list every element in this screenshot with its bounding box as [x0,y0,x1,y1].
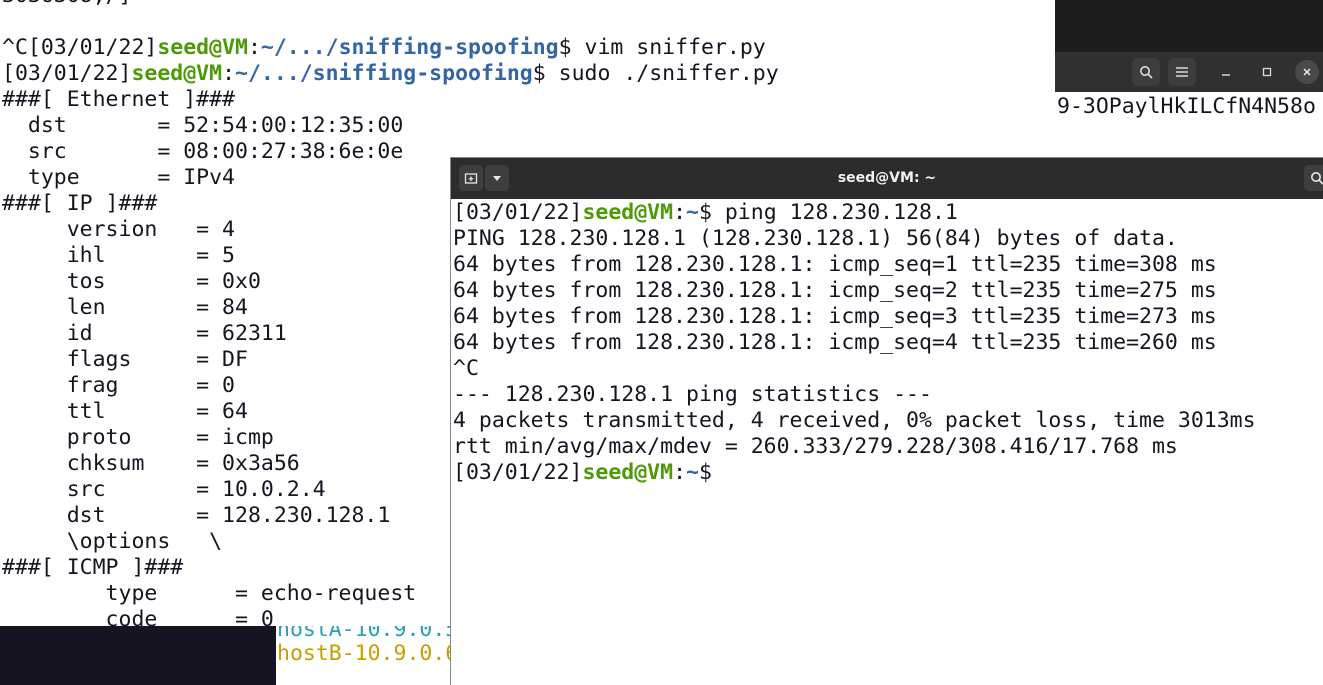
terminal-line: 3036308;/] [2,0,779,9]
terminal-text: src = 08:00:27:38:6e:0e [2,139,404,164]
terminal-text: ###[ IP ]### [2,191,158,216]
terminal-text: $ vim sniffer.py [558,35,766,60]
prompt-user: seed@VM [582,460,674,485]
terminal-text: ###[ Ethernet ]### [2,87,235,112]
prompt-user: seed@VM [131,61,223,86]
terminal-text: : [673,460,687,485]
terminal-line: 64 bytes from 128.230.128.1: icmp_seq=3 … [453,304,1256,330]
terminal-text: $ sudo ./sniffer.py [532,61,779,86]
terminal-text: tos = 0x0 [2,269,261,294]
terminal-text: len = 84 [2,295,248,320]
terminal-line: ###[ Ethernet ]### [2,87,779,113]
front-terminal-window[interactable]: seed@VM: ~ [03/01/22]seed@VM:~$ ping 128… [450,157,1323,685]
terminal-text: proto = icmp [2,425,274,450]
terminal-titlebar: seed@VM: ~ [451,158,1323,199]
prompt-path: ~/.../sniffing-spoofing [235,61,533,86]
terminal-line: PING 128.230.128.1 (128.230.128.1) 56(84… [453,226,1256,252]
search-icon[interactable] [1132,58,1160,86]
terminal-text: ihl = 5 [2,243,235,268]
terminal-text: type = IPv4 [2,165,235,190]
background-window[interactable]: 9-3OPaylHkILCfN4N58o [1055,0,1323,158]
terminal-line: --- 128.230.128.1 ping statistics --- [453,382,1256,408]
terminal-text: ttl = 64 [2,399,248,424]
terminal-line: dst = 52:54:00:12:35:00 [2,113,779,139]
terminal-text: $ [698,460,725,485]
terminal-text: type = echo-request [2,581,417,606]
terminal-text: ^C [453,356,479,381]
terminal-line: [03/01/22]seed@VM:~$ ping 128.230.128.1 [453,200,1256,226]
hamburger-menu-icon[interactable] [1168,58,1196,86]
terminal-text: [03/01/22] [453,200,583,225]
maximize-icon[interactable] [1255,60,1279,84]
terminal-text: src = 10.0.2.4 [2,477,326,502]
terminal-text: [03/01/22] [2,61,132,86]
terminal-text: 64 bytes from 128.230.128.1: icmp_seq=3 … [453,304,1217,329]
terminal-line: 64 bytes from 128.230.128.1: icmp_seq=1 … [453,252,1256,278]
background-window-top [1055,0,1323,52]
terminal-text: : [247,35,261,60]
terminal-text: 64 bytes from 128.230.128.1: icmp_seq=4 … [453,330,1217,355]
terminal-text: version = 4 [2,217,235,242]
close-icon[interactable] [1295,60,1319,84]
terminal-line: [03/01/22]seed@VM:~$ [453,460,1256,486]
terminal-text: dst = 52:54:00:12:35:00 [2,113,404,138]
terminal-text: flags = DF [2,347,248,372]
terminal-text: \options \ [2,529,223,554]
terminal-line: 4 packets transmitted, 4 received, 0% pa… [453,408,1256,434]
prompt-path: ~/.../sniffing-spoofing [260,35,559,60]
bottom-dark-panel [0,626,276,685]
terminal-text: id = 62311 [2,321,287,346]
terminal-text: ###[ ICMP ]### [2,555,184,580]
terminal-text: chksum = 0x3a56 [2,451,300,476]
prompt-path: ~ [686,460,699,485]
prompt-user: seed@VM [157,35,248,60]
terminal-line: ^C [453,356,1256,382]
terminal-text: ^C[03/01/22] [2,35,158,60]
terminal-line: 64 bytes from 128.230.128.1: icmp_seq=4 … [453,330,1256,356]
terminal-text: 64 bytes from 128.230.128.1: icmp_seq=1 … [453,252,1217,277]
terminal-text: 3036308;/] [2,0,131,8]
minimize-icon[interactable] [1214,60,1238,84]
prompt-user: seed@VM [582,200,674,225]
terminal-text: rtt min/avg/max/mdev = 260.333/279.228/3… [453,434,1178,459]
terminal-text: 4 packets transmitted, 4 received, 0% pa… [453,408,1256,433]
background-window-titlebar [1055,52,1323,92]
terminal-text: [03/01/22] [453,460,583,485]
terminal-line: ^C[03/01/22]seed@VM:~/.../sniffing-spoof… [2,35,779,61]
prompt-path: ~ [686,200,699,225]
terminal-text: frag = 0 [2,373,235,398]
terminal-title: seed@VM: ~ [837,170,937,186]
terminal-line: rtt min/avg/max/mdev = 260.333/279.228/3… [453,434,1256,460]
terminal-text: code = 0 [2,607,274,626]
background-window-text: 9-3OPaylHkILCfN4N58o [1057,94,1316,119]
terminal-text: PING 128.230.128.1 (128.230.128.1) 56(84… [453,226,1178,251]
front-terminal-output: [03/01/22]seed@VM:~$ ping 128.230.128.1 P… [453,200,1256,486]
terminal-text: dst = 128.230.128.1 [2,503,391,528]
terminal-text: : [673,200,687,225]
terminal-text: $ ping 128.230.128.1 [698,200,958,225]
host-b-label: hostB-10.9.0.6 [277,641,452,666]
terminal-text: --- 128.230.128.1 ping statistics --- [453,382,932,407]
terminal-text: 64 bytes from 128.230.128.1: icmp_seq=2 … [453,278,1217,303]
terminal-line: 64 bytes from 128.230.128.1: icmp_seq=2 … [453,278,1256,304]
terminal-line: [03/01/22]seed@VM:~/.../sniffing-spoofin… [2,61,779,87]
tmux-status-panel: hostA-10.9.0.5 hostB-10.9.0.6 [276,626,452,685]
terminal-text: : [222,61,236,86]
search-icon[interactable] [1304,165,1323,191]
